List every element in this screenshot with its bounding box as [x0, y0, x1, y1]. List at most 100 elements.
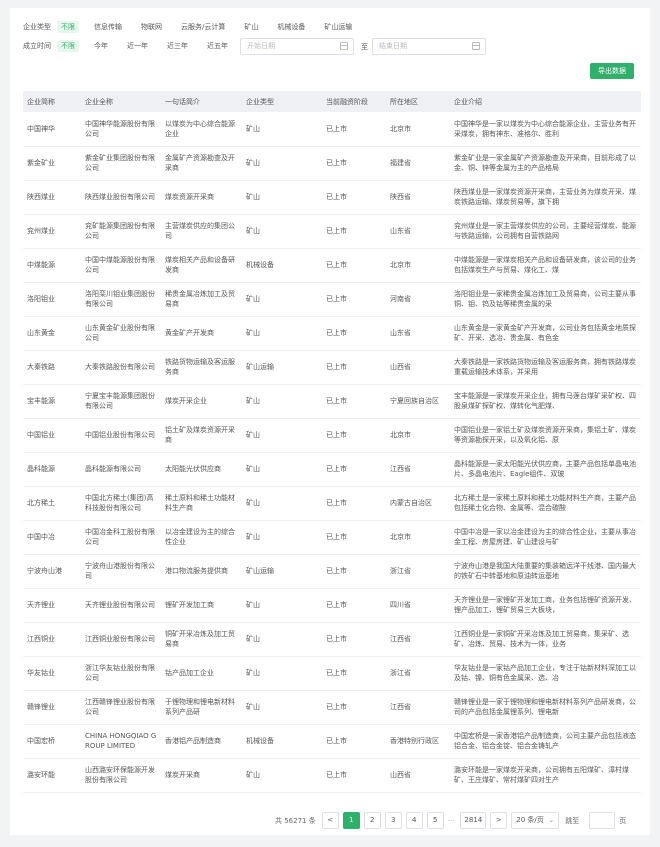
cell-type: 机械设备	[242, 724, 322, 759]
page-1-button[interactable]: 1	[342, 812, 360, 829]
cell-summary: 以冶金建设为主的综合性企业	[161, 520, 242, 555]
table-row[interactable]: 中国神华 中国神华能源股份有限公司 以煤炭为中心综合能源企业 矿山 已上市 北京市 中国神华…	[23, 112, 641, 147]
cell-full-name: 兖矿能源集团股份有限公司	[81, 214, 161, 249]
table-row[interactable]: 中国铝业 中国铝业股份有限公司 铝土矿及煤炭资源开采商 矿山 已上市 北京市 中国铝业是一家…	[23, 418, 641, 453]
cell-short-name: 中煤能源	[23, 248, 81, 283]
time-option-this-year[interactable]: 今年	[90, 40, 112, 52]
table-row[interactable]: 兖州煤业 兖矿能源集团股份有限公司 主营煤炭供应的集团公司 矿山 已上市 山东省 兖州煤业是…	[23, 214, 641, 249]
table-row[interactable]: 潞安环能 山西潞安环保能源开发股份有限公司 煤炭开采商 矿山 已上市 山西省 潞安环能是一家…	[23, 758, 641, 793]
cell-type: 矿山	[242, 452, 322, 487]
cell-type-text: 矿山	[246, 397, 260, 405]
type-option-machinery[interactable]: 机械设备	[273, 21, 309, 33]
time-option-any[interactable]: 不限	[57, 40, 79, 52]
cell-intro-text: 陕西煤业是一家煤炭资源开采商，主营业务为煤炭开采、煤炭铁路运输、煤炭贸易等，旗下…	[454, 188, 636, 206]
jump-page-input[interactable]	[589, 812, 616, 829]
cell-intro: 洛阳钼业是一家稀贵金属冶炼加工及贸易商，公司主要从事铜、钼、钨及钴等稀贵金属的采	[450, 282, 641, 317]
table-row[interactable]: 江西铜业 江西铜业股份有限公司 铜矿开采冶炼及加工贸易商 矿山 已上市 江西省 江西铜业是一…	[23, 622, 641, 657]
page-2-button[interactable]: 2	[363, 812, 381, 829]
cell-region: 北京市	[386, 112, 450, 147]
cell-full-name: 中国中煤能源股份有限公司	[81, 248, 161, 283]
table-row[interactable]: 中煤能源 中国中煤能源股份有限公司 煤炭相关产品和设备研发商 机械设备 已上市 北京市 中煤…	[23, 248, 641, 283]
cell-type-text: 矿山	[246, 771, 260, 779]
cell-region-text: 江西省	[390, 465, 411, 473]
table-row[interactable]: 大秦铁路 大秦铁路股份有限公司 铁路货物运输及客运服务商 矿山运输 已上市 山西省 大秦铁路…	[23, 350, 641, 385]
time-option-1y[interactable]: 近一年	[123, 40, 152, 52]
cell-type: 矿山	[242, 520, 322, 555]
cell-type-text: 矿山运输	[246, 567, 274, 575]
start-date-input[interactable]: 开始日期	[240, 38, 354, 55]
table-row[interactable]: 中国宏桥 CHINA HONGQIAO GROUP LIMITED 香港铝产品制造商…	[23, 724, 641, 759]
cell-region-text: 内蒙古自治区	[390, 499, 432, 507]
cell-intro-text: 天齐锂业是一家锂矿开发加工商，业务包括锂矿资源开发、锂产品加工、锂矿贸易三大板块…	[454, 596, 636, 614]
cell-summary-text: 煤炭开采商	[165, 771, 200, 779]
table-row[interactable]: 洛阳钼业 洛阳栾川钼业集团股份有限公司 稀贵金属冶炼加工及贸易商 矿山 已上市 河南省 洛阳…	[23, 282, 641, 317]
cell-stage-text: 已上市	[326, 329, 347, 337]
table-row[interactable]: 陕西煤业 陕西煤业股份有限公司 煤炭资源开采商 矿山 已上市 陕西省 陕西煤业是一家煤炭资源…	[23, 180, 641, 215]
cell-full-name: 宁波舟山港股份有限公司	[81, 554, 161, 589]
cell-short-name-text: 潞安环能	[27, 771, 55, 779]
table-row[interactable]: 中国中冶 中国冶金科工股份有限公司 以冶金建设为主的综合性企业 矿山 已上市 北京市 中国中…	[23, 520, 641, 555]
type-option-mining[interactable]: 矿山	[240, 21, 262, 33]
cell-type: 矿山	[242, 486, 322, 521]
cell-intro: 晶科能源是一家太阳能光伏供应商，主要产品包括单晶电池片、多晶电池片、Eagle组…	[450, 452, 641, 487]
page-3-button[interactable]: 3	[384, 812, 402, 829]
col-intro: 企业介绍	[450, 91, 641, 112]
cell-summary: 金属矿产资源勘查及开采商	[161, 146, 242, 181]
next-page-button[interactable]: >	[490, 812, 508, 829]
cell-full-name: 宁夏宝丰能源集团股份有限公司	[81, 384, 161, 419]
cell-full-name-text: 中国神华能源股份有限公司	[85, 119, 155, 138]
cell-region: 香港特别行政区	[386, 724, 450, 759]
cell-stage-text: 已上市	[326, 669, 347, 677]
chevron-down-icon: ⌄	[548, 816, 555, 824]
cell-summary: 铁路货物运输及客运服务商	[161, 350, 242, 385]
time-option-5y[interactable]: 近五年	[203, 40, 232, 52]
col-type: 企业类型	[242, 91, 322, 112]
cell-full-name-text: 洛阳栾川钼业集团股份有限公司	[85, 290, 155, 308]
cell-type-text: 矿山	[246, 329, 260, 337]
cell-summary: 主营煤炭供应的集团公司	[161, 214, 242, 249]
page-ellipsis[interactable]: ···	[448, 817, 455, 825]
cell-full-name: 江西赣锋锂业股份有限公司	[81, 690, 161, 725]
cell-short-name-text: 中国宏桥	[27, 737, 55, 745]
cell-region: 山东省	[386, 214, 450, 249]
cell-full-name: 晶科能源有限公司	[81, 452, 161, 487]
last-page-button[interactable]: 2814	[460, 812, 487, 829]
export-button[interactable]: 导出数据	[590, 63, 634, 79]
time-option-3y[interactable]: 近三年	[163, 40, 192, 52]
page-size-select[interactable]: 20 条/页 ⌄	[511, 812, 560, 829]
cell-region: 宁夏回族自治区	[386, 384, 450, 419]
table-row[interactable]: 宝丰能源 宁夏宝丰能源集团股份有限公司 煤炭开采企业 矿山 已上市 宁夏回族自治区 宝丰能源…	[23, 384, 641, 419]
table-row[interactable]: 紫金矿业 紫金矿业集团股份有限公司 金属矿产资源勘查及开采商 矿山 已上市 福建省 紫金矿业…	[23, 146, 641, 181]
cell-type: 矿山	[242, 282, 322, 317]
cell-full-name-text: 中国冶金科工股份有限公司	[85, 528, 155, 546]
table-row[interactable]: 晶科能源 晶科能源有限公司 太阳能光伏供应商 矿山 已上市 江西省 晶科能源是一家太阳能光伏…	[23, 452, 641, 487]
cell-intro-text: 大秦铁路是一家铁路货物运输及客运服务商，拥有铁路煤炭重载运输技术体系，并采用	[454, 358, 636, 376]
cell-short-name-text: 中煤能源	[27, 261, 55, 269]
cell-stage-text: 已上市	[326, 635, 347, 643]
end-date-input[interactable]: 结束日期	[372, 38, 486, 55]
cell-type-text: 矿山	[246, 227, 260, 235]
cell-short-name-text: 大秦铁路	[27, 363, 55, 371]
table-row[interactable]: 山东黄金 山东黄金矿业股份有限公司 黄金矿产开发商 矿山 已上市 山东省 山东黄金是一家黄金…	[23, 316, 641, 351]
cell-full-name: 山东黄金矿业股份有限公司	[81, 316, 161, 351]
prev-page-button[interactable]: <	[321, 812, 339, 829]
type-option-mining-transport[interactable]: 矿山运输	[320, 21, 356, 33]
table-row[interactable]: 天齐锂业 天齐锂业股份有限公司 锂矿开发加工商 矿山 已上市 四川省 天齐锂业是一家锂矿开发…	[23, 588, 641, 623]
type-option-cloud[interactable]: 云服务/云计算	[177, 21, 229, 33]
cell-summary-text: 于锂物理和锂电新材料系列产品研	[165, 698, 235, 716]
table-row[interactable]: 赣锋锂业 江西赣锋锂业股份有限公司 于锂物理和锂电新材料系列产品研 矿山 已上市 江西省 赣…	[23, 690, 641, 725]
table-row[interactable]: 北方稀土 中国北方稀土(集团)高科技股份有限公司 稀土原料和稀土功能材料生产商 矿山 已…	[23, 486, 641, 521]
cell-full-name-text: 兖矿能源集团股份有限公司	[85, 222, 155, 240]
page-4-button[interactable]: 4	[405, 812, 423, 829]
cell-summary: 稀土原料和稀土功能材料生产商	[161, 486, 242, 521]
cell-region: 河南省	[386, 282, 450, 317]
type-option-iot[interactable]: 物联网	[137, 21, 166, 33]
table-row[interactable]: 宁波舟山港 宁波舟山港股份有限公司 港口物流服务提供商 矿山运输 已上市 浙江省 宁波舟山港…	[23, 554, 641, 589]
table-row[interactable]: 华友钴业 浙江华友钴业股份有限公司 钴产品加工企业 矿山 已上市 浙江省 华友钴业是一家钴产…	[23, 656, 641, 691]
type-option-info[interactable]: 信息传输	[90, 21, 126, 33]
page-5-button[interactable]: 5	[426, 812, 444, 829]
cell-intro: 潞安环能是一家煤炭开采商，公司拥有五阳煤矿、漳村煤矿、王庄煤矿、常村煤矿四对生产	[450, 758, 641, 793]
type-option-any[interactable]: 不限	[57, 21, 79, 33]
cell-region: 江西省	[386, 690, 450, 725]
cell-summary-text: 太阳能光伏供应商	[165, 465, 221, 473]
